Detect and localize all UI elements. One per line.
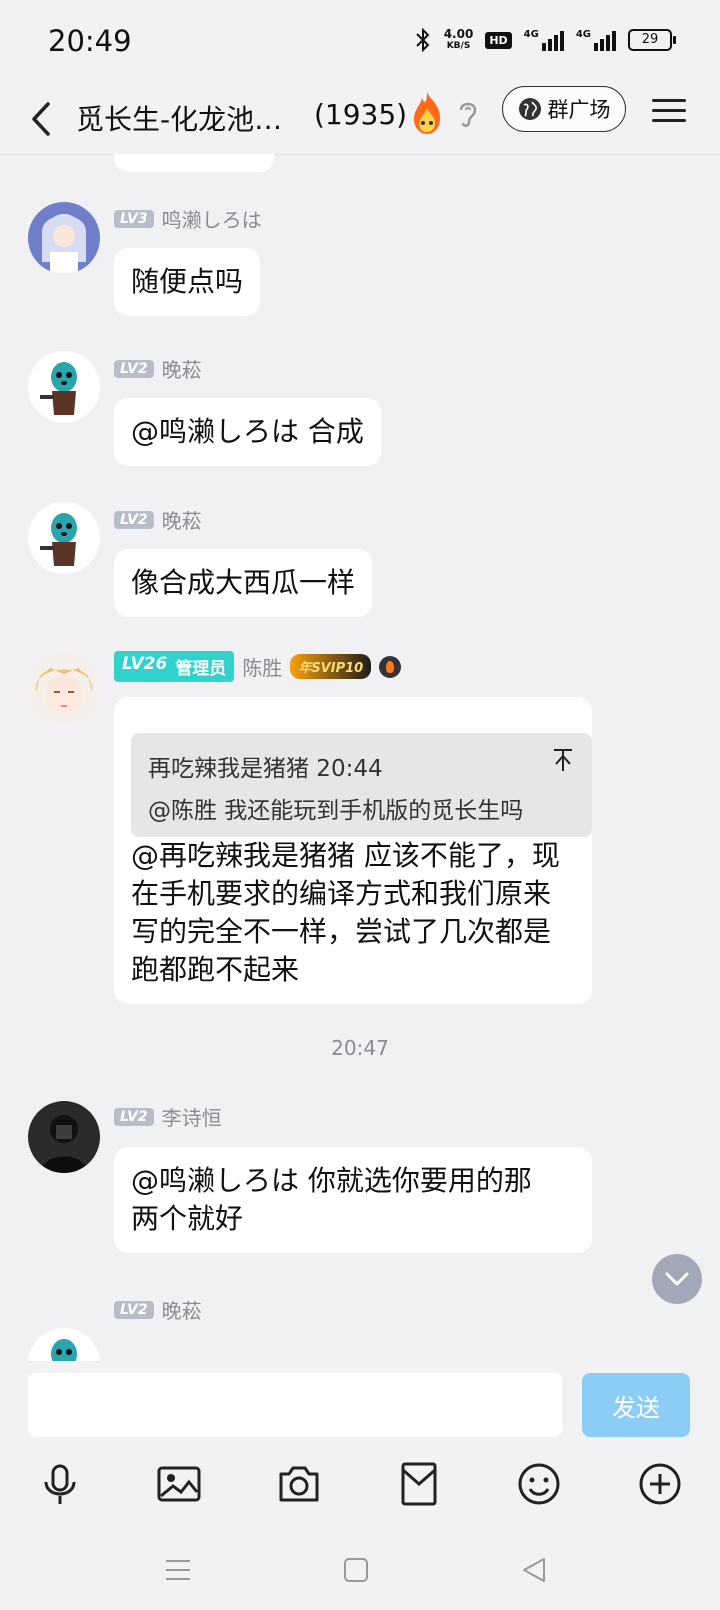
home-icon[interactable] <box>340 1554 372 1586</box>
message-text-line: @鸣濑しろは 你就选你要用的那 <box>131 1164 532 1197</box>
message-text-line: @再吃辣我是猪猪 应该不能了，现 <box>131 839 560 872</box>
level-badge: LV2 <box>114 510 154 529</box>
chat-message-list[interactable]: LV3 鸣濑しろは 随便点吗 LV2 晚菘 @鸣濑しろは 合成 LV2 晚菘 像… <box>0 154 720 1361</box>
message-meta: LV2 李诗恒 <box>114 1102 222 1131</box>
signal-strength-1-icon: 4G <box>524 29 564 51</box>
battery-icon: 29 <box>628 29 676 51</box>
vip-badge[interactable]: 年SVIP10 <box>290 654 372 679</box>
back-button[interactable] <box>22 94 66 144</box>
plus-icon[interactable] <box>636 1460 684 1508</box>
avatar-anime-girl-icon <box>28 202 100 274</box>
message-bubble[interactable]: @鸣濑しろは 你就选你要用的那 两个就好 <box>114 1147 592 1253</box>
jump-to-quote-icon[interactable] <box>552 747 574 773</box>
fire-icon[interactable] <box>410 90 444 136</box>
message-text: 像合成大西瓜一样 <box>131 566 356 599</box>
avatar[interactable] <box>28 202 100 274</box>
signal-strength-2-icon: 4G <box>576 29 616 51</box>
level-badge: LV2 <box>114 1107 154 1126</box>
sender-name[interactable]: 李诗恒 <box>162 1102 222 1131</box>
level-badge: LV26 <box>122 654 168 674</box>
message-text-line: 两个就好 <box>131 1202 244 1235</box>
quoted-author: 再吃辣我是猪猪 20:44 <box>148 756 383 782</box>
message-text: @再吃辣我是猪猪 应该不能了，现 在手机要求的编译方式和我们原来 写的完全不一样… <box>131 837 591 989</box>
avatar-masked-figure-icon <box>28 1328 100 1361</box>
menu-line <box>652 99 686 102</box>
message-meta: LV26 管理员 陈胜 年SVIP10 <box>114 651 402 682</box>
role-badge: 管理员 <box>175 659 227 679</box>
red-envelope-icon[interactable] <box>395 1460 443 1508</box>
menu-icon[interactable] <box>162 1554 194 1586</box>
message-meta: LV2 晚菘 <box>114 354 202 383</box>
group-plaza-label: 群广场 <box>547 98 611 122</box>
message-meta: LV2 晚菘 <box>114 505 202 534</box>
message-bubble[interactable]: 像合成大西瓜一样 <box>114 549 373 617</box>
sender-name[interactable]: 晚菘 <box>162 505 202 534</box>
system-nav-bar <box>0 1524 720 1610</box>
avatar[interactable] <box>28 1101 100 1173</box>
camera-icon[interactable] <box>275 1460 323 1508</box>
signal-1-tag: 4G <box>523 29 539 40</box>
avatar[interactable] <box>28 1328 100 1361</box>
input-toolbar <box>0 1444 720 1524</box>
chat-header: 觅长生-化龙池… (1935) 群广场 <box>0 86 720 155</box>
message-input[interactable] <box>28 1373 562 1437</box>
message-bubble-partial[interactable] <box>114 154 274 172</box>
level-badge: LV3 <box>114 209 154 228</box>
menu-line <box>652 109 686 112</box>
time-divider: 20:47 <box>331 1036 389 1060</box>
sender-name[interactable]: 晚菘 <box>162 1295 202 1324</box>
avatar-masked-figure-icon <box>28 502 100 574</box>
send-button[interactable]: 发送 <box>582 1373 690 1437</box>
menu-line <box>652 119 686 122</box>
message-text-line: 写的完全不一样，尝试了几次都是 <box>131 915 552 948</box>
message-meta: LV3 鸣濑しろは <box>114 204 262 233</box>
sender-name[interactable]: 鸣濑しろは <box>162 204 262 233</box>
message-text-line: 跑都跑不起来 <box>131 953 300 986</box>
member-count[interactable]: (1935) <box>314 98 407 131</box>
status-time: 20:49 <box>48 24 132 58</box>
message-text-line: 在手机要求的编译方式和我们原来 <box>131 877 552 910</box>
microphone-icon[interactable] <box>36 1460 84 1508</box>
avatar[interactable] <box>28 351 100 423</box>
back-icon[interactable] <box>518 1554 550 1586</box>
message-text: 随便点吗 <box>131 265 244 298</box>
group-plaza-button[interactable]: 群广场 <box>502 86 626 132</box>
status-bar: 20:49 4.00 KB/S HD 4G 4G 29 <box>0 0 720 86</box>
emoji-icon[interactable] <box>515 1460 563 1508</box>
avatar-dark-portrait-icon <box>28 1101 100 1173</box>
quoted-text: @陈胜 我还能玩到手机版的觅长生吗 <box>148 798 524 824</box>
level-badge: LV2 <box>114 359 154 378</box>
avatar-blonde-character-icon <box>28 652 100 724</box>
level-badge: LV2 <box>114 1300 154 1319</box>
network-speed-value: 4.00 <box>443 27 474 41</box>
status-icons: 4.00 KB/S HD 4G 4G 29 <box>414 28 676 52</box>
signal-2-tag: 4G <box>575 29 591 40</box>
message-bubble[interactable]: @鸣濑しろは 合成 <box>114 398 381 466</box>
globe-icon <box>518 98 541 120</box>
avatar[interactable] <box>28 652 100 724</box>
vip-flame-icon <box>379 655 402 678</box>
chevron-down-icon <box>665 1272 689 1286</box>
message-input-bar: 发送 <box>0 1361 720 1444</box>
network-speed: 4.00 KB/S <box>444 28 474 52</box>
quoted-message[interactable]: 再吃辣我是猪猪 20:44 @陈胜 我还能玩到手机版的觅长生吗 <box>131 733 592 837</box>
admin-level-badge: LV26 管理员 <box>114 651 235 682</box>
message-bubble[interactable]: 随便点吗 <box>114 248 261 316</box>
sender-name[interactable]: 晚菘 <box>162 354 202 383</box>
group-title[interactable]: 觅长生-化龙池… <box>76 98 282 138</box>
bluetooth-icon <box>415 28 430 52</box>
sender-name[interactable]: 陈胜 <box>242 652 282 681</box>
ear-icon[interactable] <box>455 96 481 132</box>
menu-button[interactable] <box>652 94 686 128</box>
avatar-masked-figure-icon <box>28 351 100 423</box>
network-speed-unit: KB/S <box>446 41 471 51</box>
hd-badge: HD <box>485 31 512 49</box>
image-icon[interactable] <box>155 1460 203 1508</box>
message-meta: LV2 晚菘 <box>114 1295 202 1324</box>
avatar[interactable] <box>28 502 100 574</box>
scroll-to-bottom-button[interactable] <box>652 1254 702 1304</box>
message-text: @鸣濑しろは 合成 <box>131 415 364 448</box>
